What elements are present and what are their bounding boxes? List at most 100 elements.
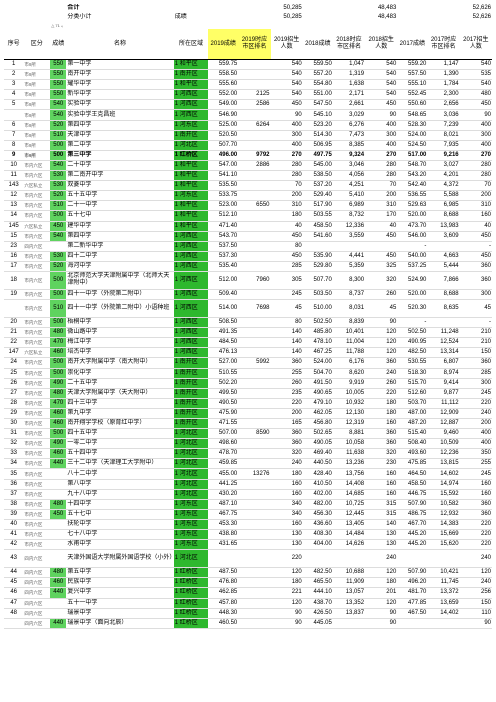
row-score: 540 bbox=[50, 231, 67, 242]
row-district: 1 红桥区 bbox=[173, 618, 209, 629]
table-row: 四内六区 440 瑞景中学（面向北辰） 1 红桥区 460.50 90 445.05 90 90 bbox=[4, 618, 492, 629]
row-score: 500 bbox=[50, 428, 67, 440]
row-2018-score: 551.00 bbox=[302, 89, 333, 101]
row-2018-count: 90 bbox=[365, 608, 398, 619]
row-2019-count: 200 bbox=[270, 190, 303, 202]
row-2018-rank: 12,445 bbox=[332, 509, 366, 520]
row-score: 460 bbox=[50, 448, 67, 460]
row-seq: 14 bbox=[4, 210, 24, 222]
row-seq bbox=[4, 618, 24, 629]
row-2019-score: 512.10 bbox=[208, 210, 239, 222]
row-2019-score: 535.50 bbox=[208, 180, 239, 192]
row-2017-count: 450 bbox=[459, 231, 492, 242]
row-2017-rank: 4,201 bbox=[427, 170, 460, 182]
row-name: 瑞景中学 bbox=[66, 608, 174, 619]
row-2018-score: 523.20 bbox=[302, 120, 333, 131]
row-2019-score: 535.40 bbox=[208, 261, 239, 272]
row-district: 1 红桥区 bbox=[173, 598, 209, 609]
table-row: 39 市内六区 450 五十七中 1 河东区 467.75 340 456.30 12,445 3… bbox=[4, 509, 492, 520]
row-district: 1 南开区 bbox=[173, 130, 209, 141]
row-name: 四十二中学 bbox=[66, 251, 174, 262]
row-name: 扶轮中学 bbox=[66, 519, 174, 531]
row-seq: 35 bbox=[4, 468, 24, 480]
row-2018-count: 260 bbox=[365, 289, 398, 301]
row-name: 第二南开中学 bbox=[66, 170, 174, 182]
row-2019-score: 549.00 bbox=[208, 99, 239, 111]
table-row: 40 市内六区 扶轮中学 1 河东区 453.30 160 436.60 13,405 140 4… bbox=[4, 519, 492, 531]
row-2019-rank bbox=[238, 79, 271, 91]
table-row: 1 市9所 550 第一中学 1 和平区 559.75 540 559.50 1,047 540 5… bbox=[4, 59, 492, 71]
row-area: 市内六区 bbox=[23, 438, 51, 450]
row-2017-count: 400 bbox=[459, 120, 492, 131]
row-district: 1 河北区 bbox=[173, 549, 209, 569]
row-score: 550 bbox=[50, 59, 67, 71]
row-2017-count: 360 bbox=[459, 261, 492, 272]
row-2017-rank bbox=[427, 317, 460, 329]
header-cut-row: △ 71 ₄ bbox=[4, 22, 492, 29]
row-district: 1 河西区 bbox=[173, 347, 209, 359]
row-name: 第八中学 bbox=[66, 479, 174, 490]
row-seq: 5 bbox=[4, 99, 24, 111]
header-district: 所在区域 bbox=[173, 29, 209, 60]
row-2017-rank: 15,620 bbox=[427, 539, 460, 551]
row-2017-rank: 4,663 bbox=[427, 251, 460, 262]
row-2017-count: 300 bbox=[459, 378, 492, 389]
table-row: 29 市内六区 460 第九中学 1 南开区 475.90 200 462.05 12,130 1… bbox=[4, 408, 492, 420]
row-name: 九十八中学 bbox=[66, 489, 174, 500]
row-2017-score: 496.20 bbox=[397, 577, 428, 589]
row-area: 四内六区 bbox=[23, 241, 51, 252]
row-2019-rank bbox=[238, 598, 271, 609]
row-district: 1 和平区 bbox=[173, 210, 209, 222]
table-row: 8 市9所 500 第二中学 1 河北区 507.70 400 506.95 8,385 400 5… bbox=[4, 140, 492, 151]
row-2019-score: 476.13 bbox=[208, 347, 239, 359]
row-seq: 36 bbox=[4, 479, 24, 490]
row-district: 1 南开区 bbox=[173, 357, 209, 369]
row-seq: 15 bbox=[4, 231, 24, 242]
row-2019-count: 540 bbox=[270, 59, 303, 71]
total-2019: 50,285 bbox=[283, 5, 302, 11]
row-2018-rank: 10,725 bbox=[332, 499, 366, 510]
row-name: 南开翔宇学校（原育红中学） bbox=[66, 418, 174, 430]
row-area: 市内六区 bbox=[23, 289, 51, 301]
row-2019-score: 475.90 bbox=[208, 408, 239, 420]
row-2018-score: 485.80 bbox=[302, 327, 333, 339]
row-district: 1 红桥区 bbox=[173, 577, 209, 589]
row-2019-score: 476.80 bbox=[208, 577, 239, 589]
row-2019-rank bbox=[238, 529, 271, 541]
row-2018-rank: 13,057 bbox=[332, 587, 366, 599]
row-name: 第五中学 bbox=[66, 567, 174, 579]
row-seq: 47 bbox=[4, 598, 24, 609]
row-2017-count: 480 bbox=[459, 89, 492, 101]
row-name: 第二新华中学 bbox=[66, 241, 174, 252]
row-2017-count: 300 bbox=[459, 289, 492, 301]
row-2019-rank bbox=[238, 69, 271, 81]
header-2017-rank: 2017时应市区排名 bbox=[427, 29, 460, 60]
row-2018-count: 120 bbox=[365, 327, 398, 339]
row-2018-score: 410.50 bbox=[302, 479, 333, 490]
row-district: 1 南开区 bbox=[173, 398, 209, 409]
row-seq: 22 bbox=[4, 337, 24, 349]
total-label: 合计 bbox=[67, 5, 80, 11]
row-district: 1 河西区 bbox=[173, 271, 209, 290]
row-name: 梧桐中学 bbox=[66, 317, 174, 329]
row-2019-rank: 8590 bbox=[238, 428, 271, 440]
row-2019-count: 90 bbox=[270, 618, 303, 629]
row-score bbox=[50, 549, 67, 569]
row-name: 建华中学 bbox=[66, 221, 174, 232]
row-2017-count: 210 bbox=[459, 327, 492, 339]
row-2019-count: 340 bbox=[270, 509, 303, 520]
row-district: 1 南开区 bbox=[173, 368, 209, 379]
row-2019-rank bbox=[238, 539, 271, 551]
row-2018-rank: 11,638 bbox=[332, 448, 366, 460]
row-area: 市内六区 bbox=[23, 160, 51, 172]
row-2017-score: 520.30 bbox=[397, 299, 428, 319]
row-2017-count: - bbox=[459, 241, 492, 252]
row-score: 500 bbox=[50, 357, 67, 369]
row-2018-count: 180 bbox=[365, 398, 398, 409]
row-2017-rank: 8,021 bbox=[427, 130, 460, 141]
table-row: 35 市内六区 八十二中学 1 河北区 455.00 13276 180 428.40 13,7… bbox=[4, 468, 492, 480]
table-row: 13 市内六区 510 二十一中学 1 和平区 523.00 6550 310 517.90 6,… bbox=[4, 200, 492, 212]
table-row: 20 市内六区 500 梧桐中学 1 河西区 508.50 80 502.50 8,839 90-… bbox=[4, 317, 492, 329]
row-2018-score: 436.60 bbox=[302, 519, 333, 531]
row-score: 480 bbox=[50, 327, 67, 339]
